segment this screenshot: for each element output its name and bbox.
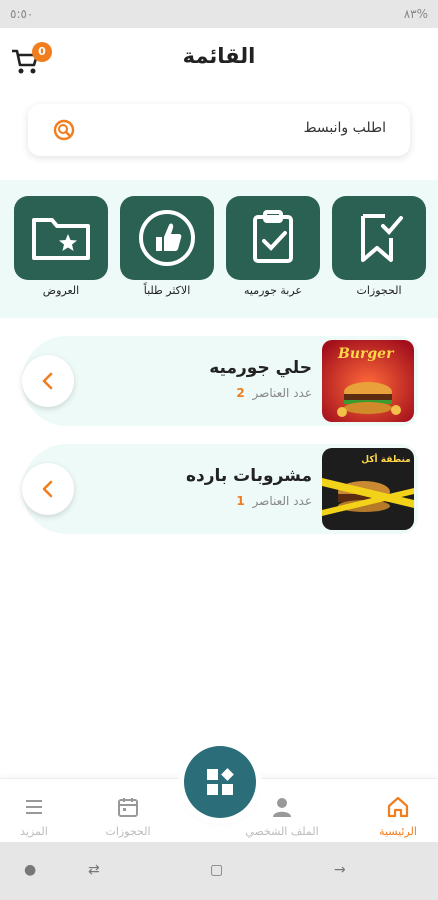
category-label: عربة جورميه (244, 284, 302, 297)
category-tile[interactable] (120, 196, 214, 280)
nav-label: الملف الشخصي (245, 825, 319, 838)
home-icon (387, 796, 409, 818)
zone-image-text: منطقة أكل (361, 453, 410, 465)
system-navigation-bar: ● ⇄ ▢ → (0, 842, 438, 900)
thumbs-up-icon (139, 210, 195, 266)
dot-icon[interactable]: ● (24, 862, 36, 878)
category-tile[interactable] (14, 196, 108, 280)
open-item-button[interactable] (22, 355, 74, 407)
categories-section: الحجوزات عربة جورميه الاكثر طلباً العروض (0, 180, 438, 318)
category-tile[interactable] (332, 196, 426, 280)
category-gourmet-truck[interactable]: عربة جورميه (226, 196, 320, 297)
count-label: عدد العناصر (252, 494, 312, 508)
grid-shapes-icon (207, 768, 234, 795)
menu-item-card[interactable]: منطقة أكل مشروبات بارده عدد العناصر 1 (22, 444, 418, 534)
category-reservations[interactable]: الحجوزات (332, 196, 426, 297)
nav-label: المزيد (20, 825, 48, 838)
category-most-ordered[interactable]: الاكثر طلباً (120, 196, 214, 297)
count-value: 1 (236, 494, 245, 508)
menu-item-count: عدد العناصر 1 (236, 494, 312, 508)
nav-more[interactable]: المزيد (0, 793, 74, 838)
menu-item-image: Burger (322, 340, 414, 422)
app-screen: ٥:٥٠ ٨٣% 0 القائمة اطلب وانبسط الحجوزات … (0, 0, 438, 900)
burger-image-text: Burger (337, 346, 395, 362)
category-label: العروض (42, 284, 80, 297)
menu-item-title: حلي جورميه (209, 358, 312, 378)
page-title: القائمة (182, 44, 256, 68)
menu-item-card[interactable]: Burger حلي جورميه عدد العناصر 2 (22, 336, 418, 426)
categories-fab-button[interactable] (184, 746, 256, 818)
home-square-icon[interactable]: ▢ (210, 862, 223, 878)
clipboard-check-icon (253, 210, 293, 263)
nav-label: الحجوزات (105, 825, 151, 838)
header: 0 القائمة (0, 28, 438, 88)
count-label: عدد العناصر (252, 386, 312, 400)
person-icon (273, 798, 291, 817)
nav-reservations[interactable]: الحجوزات (88, 793, 168, 838)
menu-item-image: منطقة أكل (322, 448, 414, 530)
menu-item-title: مشروبات بارده (185, 466, 312, 486)
menu-lines-icon (26, 800, 42, 814)
search-input[interactable]: اطلب وانبسط (304, 120, 386, 136)
status-bar: ٥:٥٠ ٨٣% (0, 0, 438, 28)
search-icon (53, 119, 75, 141)
nav-label: الرئيسية (379, 825, 417, 838)
nav-home[interactable]: الرئيسية (358, 793, 438, 838)
category-tile[interactable] (226, 196, 320, 280)
chevron-left-icon (42, 372, 53, 390)
chevron-left-icon (42, 480, 53, 498)
menu-item-count: عدد العناصر 2 (236, 386, 312, 400)
status-battery: ٨٣% (403, 7, 428, 21)
folder-star-icon (32, 218, 90, 260)
count-value: 2 (236, 386, 245, 400)
calendar-icon (118, 798, 138, 817)
recent-apps-icon[interactable]: ⇄ (88, 862, 100, 878)
bookmark-check-icon (361, 214, 403, 262)
category-offers[interactable]: العروض (14, 196, 108, 297)
nav-profile[interactable]: الملف الشخصي (242, 793, 322, 838)
search-bar[interactable]: اطلب وانبسط (28, 104, 410, 156)
category-label: الحجوزات (356, 284, 402, 297)
category-label: الاكثر طلباً (143, 284, 191, 297)
open-item-button[interactable] (22, 463, 74, 515)
status-time: ٥:٥٠ (10, 7, 34, 21)
back-arrow-icon[interactable]: → (334, 862, 346, 878)
